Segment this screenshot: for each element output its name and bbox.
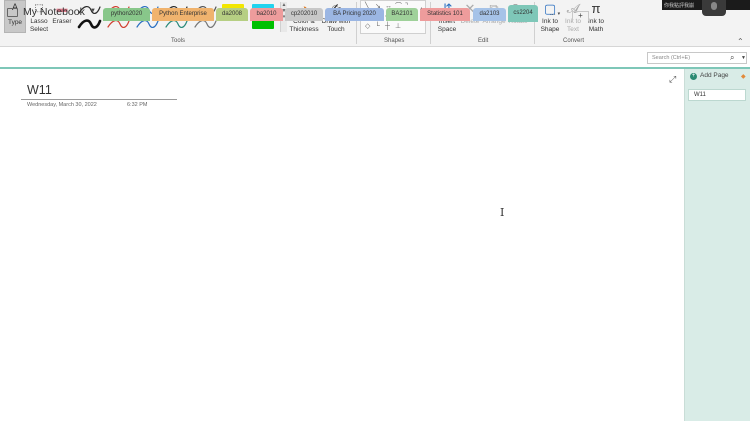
add-page-button[interactable]: + Add Page (690, 72, 729, 80)
shapes-group-label: Shapes (384, 38, 405, 44)
search-box[interactable]: Search (Ctrl+E) ⌕ ▼ (647, 52, 747, 64)
axis-shape-icon[interactable]: └ (375, 23, 380, 31)
webcam-caption: 你我點評我崩 (664, 3, 695, 9)
add-section-button[interactable]: + (572, 11, 589, 21)
diamond-shape-icon[interactable]: ◇ (365, 23, 370, 31)
graph-shape-icon[interactable]: ┼ (385, 23, 390, 31)
page-title[interactable]: W11 (27, 83, 52, 97)
type-label: Type (7, 19, 23, 26)
collapse-ribbon-icon[interactable]: ⌃ (737, 37, 744, 46)
section-tab[interactable]: cp202010 (285, 8, 323, 21)
section-tab[interactable]: BA2101 (386, 8, 418, 21)
section-tab[interactable]: python2020 (103, 8, 150, 21)
full-page-view-icon[interactable]: ⤢ (669, 74, 676, 85)
notebook-name[interactable]: My Notebook (23, 6, 85, 18)
section-tab[interactable]: Python Enterprise (152, 8, 214, 21)
pages-pane (684, 69, 750, 421)
more-sections-label: ... (549, 10, 556, 17)
notebook-icon[interactable] (7, 8, 18, 17)
section-tab[interactable]: Statistics 101 (420, 8, 470, 21)
chevron-down-icon: ▾ (557, 11, 561, 17)
add-page-label: Add Page (700, 72, 729, 79)
page-title-underline (21, 99, 177, 100)
text-cursor-icon: I (500, 206, 505, 219)
page-time: 6:32 PM (127, 102, 148, 108)
more-sections-button[interactable]: ... ▾ (541, 8, 569, 21)
notebook-bar (0, 47, 750, 68)
edit-group-label: Edit (478, 38, 489, 44)
page-list-item[interactable]: W11 (688, 89, 746, 101)
search-input[interactable]: Search (Ctrl+E) (652, 55, 690, 61)
eraser-label: Eraser (52, 18, 72, 25)
section-tab[interactable]: BA Pricing 2020 (325, 8, 384, 21)
webcam-feed (702, 0, 726, 16)
page-canvas[interactable] (0, 69, 684, 421)
section-tab[interactable]: cs2204 (508, 5, 538, 22)
axis3d-shape-icon[interactable]: ⊥ (395, 23, 401, 31)
section-tab[interactable]: da2103 (473, 8, 506, 21)
tools-group-label: Tools (171, 38, 186, 44)
section-tab[interactable]: da2008 (216, 8, 248, 21)
convert-group-label: Convert (563, 38, 585, 44)
lasso-select-label: Lasso Select (29, 18, 49, 33)
plus-icon: + (690, 73, 697, 80)
section-tab[interactable]: ba2010 (250, 8, 283, 21)
search-icon[interactable]: ⌕ (730, 53, 734, 63)
search-dropdown-icon[interactable]: ▼ (741, 55, 746, 61)
page-date: Wednesday, March 30, 2022 (27, 102, 97, 108)
pen-swatch[interactable] (77, 17, 102, 31)
notebook-dropdown-icon[interactable]: ▼ (90, 8, 96, 14)
pin-icon[interactable]: ◆ (741, 73, 746, 80)
